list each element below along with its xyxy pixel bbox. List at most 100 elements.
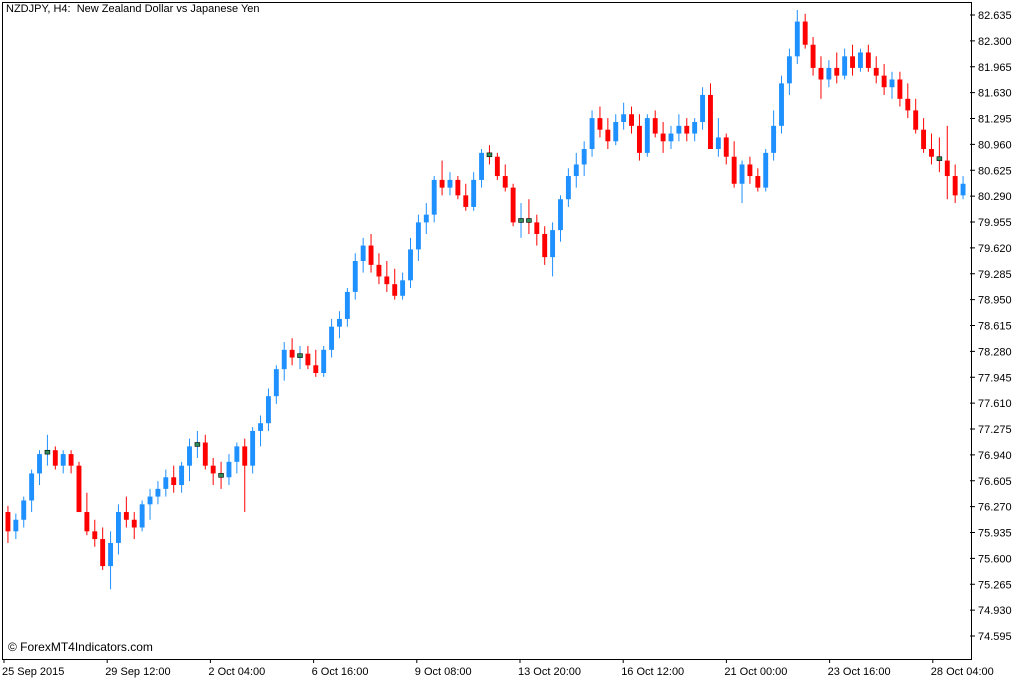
candle [558, 195, 563, 242]
candle [281, 342, 287, 381]
candle [250, 427, 256, 474]
candle-body [384, 276, 390, 285]
candle [360, 237, 366, 273]
candle [929, 133, 934, 165]
candle-body [573, 164, 579, 177]
candle [865, 44, 871, 72]
candle [463, 183, 469, 211]
candle-body [463, 195, 469, 207]
x-tick-label: 9 Oct 08:00 [415, 666, 472, 678]
candle [242, 438, 248, 513]
y-tick-label: 80.625 [978, 165, 1012, 177]
candle-body [29, 473, 35, 501]
candle [226, 454, 232, 485]
candle-body [234, 446, 240, 462]
candle [392, 268, 398, 300]
candle [494, 152, 500, 180]
candle [652, 110, 658, 138]
candle [802, 13, 808, 49]
candle-body [439, 179, 445, 188]
candle [131, 512, 137, 540]
candle [660, 121, 666, 153]
y-tick-label: 74.930 [978, 605, 1012, 617]
candle [605, 118, 611, 150]
candle-body [297, 353, 303, 358]
candle [518, 203, 524, 238]
candle [439, 160, 445, 196]
candle-body [163, 477, 169, 489]
candle-body [913, 110, 919, 130]
y-tick-label: 75.935 [978, 528, 1012, 540]
candle [779, 75, 784, 134]
candle [108, 531, 114, 590]
candle [786, 48, 792, 95]
candle [5, 505, 11, 543]
candle [668, 125, 674, 150]
candle-body [502, 176, 508, 188]
candle-body [944, 160, 950, 177]
candle [794, 9, 800, 65]
candle [873, 56, 879, 84]
candle-body [455, 179, 461, 196]
y-tick-label: 79.620 [978, 243, 1012, 255]
y-tick-label: 77.945 [978, 372, 1012, 384]
candle-body [210, 465, 216, 474]
candle-body [952, 176, 958, 196]
candle-body [250, 430, 256, 466]
candle-body [368, 245, 374, 265]
candle [408, 237, 413, 289]
candle-body [889, 79, 895, 88]
candle [376, 253, 382, 285]
candle [708, 83, 713, 150]
candle [731, 141, 737, 188]
candle [952, 164, 958, 204]
candle-body [542, 233, 548, 258]
candle-body [281, 349, 287, 370]
candle [29, 469, 35, 513]
candle [897, 71, 903, 107]
candle-body [605, 129, 611, 142]
y-tick-label: 74.595 [978, 631, 1012, 643]
candle-body [147, 496, 153, 505]
x-tick-label: 21 Oct 00:00 [724, 666, 787, 678]
candle [202, 434, 208, 470]
candle-body [857, 52, 863, 68]
x-tick-label: 2 Oct 04:00 [208, 666, 265, 678]
x-tick-label: 13 Oct 20:00 [518, 666, 581, 678]
candle-body [400, 280, 406, 296]
candle-body [905, 98, 911, 111]
candle [763, 149, 769, 192]
candle-body [187, 446, 192, 466]
candle-body [431, 179, 437, 215]
candle [155, 481, 161, 505]
candle [21, 496, 27, 528]
candle-body [644, 118, 650, 153]
candle-body [37, 454, 42, 474]
candle-body [629, 114, 634, 126]
candle [842, 48, 848, 80]
candle [234, 442, 240, 474]
candle [905, 83, 911, 119]
y-tick-label: 77.610 [978, 398, 1012, 410]
candle [589, 110, 595, 157]
candle-body [352, 261, 358, 292]
candle-body [818, 67, 824, 80]
candle-body [771, 125, 777, 153]
candle [739, 160, 745, 204]
candle-body [100, 539, 106, 567]
candle [834, 52, 840, 84]
candle [479, 149, 485, 188]
candle [329, 318, 335, 358]
candle [273, 365, 279, 404]
candle-body [715, 137, 721, 150]
candle-body [60, 454, 66, 466]
x-tick-label: 6 Oct 16:00 [312, 666, 369, 678]
candle-body [668, 133, 674, 142]
candle [92, 519, 98, 547]
candle-body [258, 423, 263, 431]
candle [258, 415, 263, 447]
candle [944, 125, 950, 200]
candle [747, 156, 753, 184]
candle-body [44, 449, 51, 455]
candle-body [392, 284, 398, 296]
